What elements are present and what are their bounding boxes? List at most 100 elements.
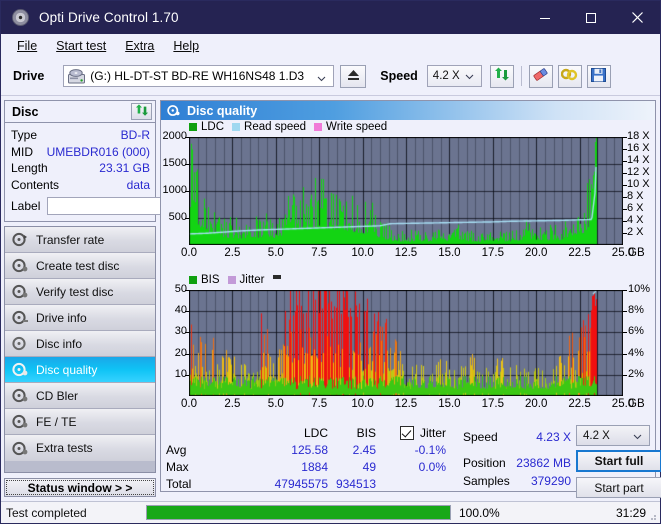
- x-tick-label: 12.5: [389, 398, 423, 410]
- maximize-icon[interactable]: [568, 1, 614, 34]
- sidebar-item-label: FE / TE: [36, 415, 76, 429]
- disc-row-key: Contents: [11, 178, 59, 192]
- disc-panel-header: Disc: [5, 101, 155, 123]
- x-tick-label: 5.0: [259, 398, 293, 410]
- refresh-button[interactable]: [490, 65, 514, 88]
- stats-col-ldc: LDC: [278, 426, 328, 440]
- ldc-plot-canvas: [189, 137, 623, 245]
- stats-row-key-max: Max: [166, 460, 189, 474]
- stats-avg-jitter: -0.1%: [401, 443, 446, 457]
- x-tick-label: 5.0: [259, 247, 293, 259]
- elapsed-time: 31:29: [529, 506, 660, 520]
- legend-swatch-jitter: [228, 276, 236, 284]
- axis-tick: [185, 164, 189, 165]
- test-speed-select[interactable]: 4.2 X: [576, 425, 650, 446]
- sidebar-item-verify-test-disc[interactable]: Verify test disc: [5, 279, 155, 305]
- stats-speed-key: Speed: [463, 430, 498, 444]
- x-tick-label: 17.5: [476, 247, 510, 259]
- y-tick-label-right: 12 X: [627, 166, 650, 178]
- jitter-marker-icon: [273, 275, 281, 279]
- eject-button[interactable]: [340, 65, 366, 88]
- resize-grip[interactable]: [647, 510, 657, 520]
- ldc-chart-legend: LDC Read speed Write speed: [189, 121, 387, 133]
- axis-tick: [185, 137, 189, 138]
- window-title: Opti Drive Control 1.70: [39, 10, 179, 25]
- disc-row-key: Length: [11, 161, 48, 175]
- sidebar-item-drive-info[interactable]: Drive info: [5, 305, 155, 331]
- disc-row-type: Type BD-R: [11, 127, 150, 144]
- sidebar-item-label: Disc quality: [36, 363, 97, 377]
- jitter-checkbox[interactable]: [400, 426, 414, 440]
- sidebar-item-label: Verify test disc: [36, 285, 113, 299]
- disc-test-icon: [12, 284, 29, 299]
- x-tick-label: 20.0: [519, 398, 553, 410]
- stats-position-key: Position: [463, 456, 506, 470]
- drive-select[interactable]: (G:) HL-DT-ST BD-RE WH16NS48 1.D3: [63, 65, 334, 87]
- disc-refresh-button[interactable]: [131, 103, 152, 120]
- progress-bar: [146, 505, 451, 520]
- save-button[interactable]: [587, 65, 611, 88]
- disc-row-value: BD-R: [121, 128, 150, 142]
- stats-max-ldc: 1884: [268, 460, 328, 474]
- y-tick-label-left: 500: [161, 211, 187, 223]
- disc-info-rows: Type BD-R MID UMEBDR016 (000) Length 23.…: [5, 123, 155, 221]
- y-tick-label-left: 40: [161, 304, 187, 316]
- bis-plot-canvas: [189, 290, 623, 396]
- refresh-icon: [494, 67, 510, 85]
- ldc-chart: LDC Read speed Write speed 500 1000 1500 20…: [161, 120, 655, 272]
- start-full-button[interactable]: Start full: [576, 450, 661, 472]
- bitsetting-icon: [561, 67, 578, 85]
- y-tick-label-left: 10: [161, 368, 187, 380]
- bis-chart: BIS Jitter 10 20 30 40 50 2% 4% 6% 8% 10% 0.0 2.5…: [161, 272, 655, 422]
- close-icon[interactable]: [614, 1, 660, 34]
- start-part-button[interactable]: Start part: [576, 477, 661, 498]
- axis-tick: [623, 197, 627, 198]
- menu-help-label: Help: [173, 39, 199, 53]
- menu-help[interactable]: Help: [165, 36, 207, 56]
- axis-tick: [623, 173, 627, 174]
- sidebar-item-disc-quality[interactable]: Disc quality: [5, 357, 155, 383]
- erase-button[interactable]: [529, 65, 553, 88]
- sidebar-item-extra-tests[interactable]: Extra tests: [5, 435, 155, 461]
- menu-extra[interactable]: Extra: [117, 36, 162, 56]
- y-tick-label-left: 2000: [161, 130, 187, 142]
- speed-select[interactable]: 4.2 X: [427, 65, 482, 87]
- status-window-button[interactable]: Status window > >: [4, 478, 156, 497]
- minimize-icon[interactable]: [522, 1, 568, 34]
- axis-tick: [623, 149, 627, 150]
- disc-panel: Disc Type BD-R MID UMEBDR016 (000) Lengt…: [4, 100, 156, 222]
- axis-tick: [185, 311, 189, 312]
- title-bar: Opti Drive Control 1.70: [1, 1, 660, 34]
- nav-list: Transfer rate Create test disc Verify te…: [4, 226, 156, 473]
- bis-chart-legend: BIS Jitter: [189, 274, 281, 286]
- disc-test-icon: [12, 336, 29, 351]
- y-tick-label-right: 16 X: [627, 142, 650, 154]
- window-controls: [522, 1, 660, 34]
- y-tick-label-right: 14 X: [627, 154, 650, 166]
- progress-fill: [147, 506, 450, 519]
- x-tick-label: 15.0: [432, 398, 466, 410]
- app-window: Opti Drive Control 1.70 File Start test …: [0, 0, 661, 524]
- menu-start-test[interactable]: Start test: [48, 36, 114, 56]
- x-tick-label: 15.0: [432, 247, 466, 259]
- sidebar-item-transfer-rate[interactable]: Transfer rate: [5, 227, 155, 253]
- menu-file[interactable]: File: [9, 36, 45, 56]
- y-tick-label-left: 1000: [161, 184, 187, 196]
- y-tick-label-right: 2 X: [627, 226, 644, 238]
- drive-label: Drive: [13, 69, 44, 83]
- axis-tick: [623, 375, 627, 376]
- sidebar-item-cd-bler[interactable]: CD Bler: [5, 383, 155, 409]
- x-tick-label: 0.0: [172, 398, 206, 410]
- axis-tick: [623, 354, 627, 355]
- progress-percent: 100.0%: [451, 506, 529, 520]
- stats-panel: LDC BIS Jitter Avg 125.58 2.45 -0.1% Max…: [161, 422, 655, 491]
- bitsetting-button[interactable]: [558, 65, 582, 88]
- sidebar-item-create-test-disc[interactable]: Create test disc: [5, 253, 155, 279]
- x-tick-label: 12.5: [389, 247, 423, 259]
- page-title: Disc quality: [187, 104, 257, 118]
- legend-swatch-write-speed: [314, 123, 322, 131]
- sidebar-item-fe-te[interactable]: FE / TE: [5, 409, 155, 435]
- axis-tick: [623, 290, 627, 291]
- sidebar-item-disc-info[interactable]: Disc info: [5, 331, 155, 357]
- disc-row-mid: MID UMEBDR016 (000): [11, 144, 150, 161]
